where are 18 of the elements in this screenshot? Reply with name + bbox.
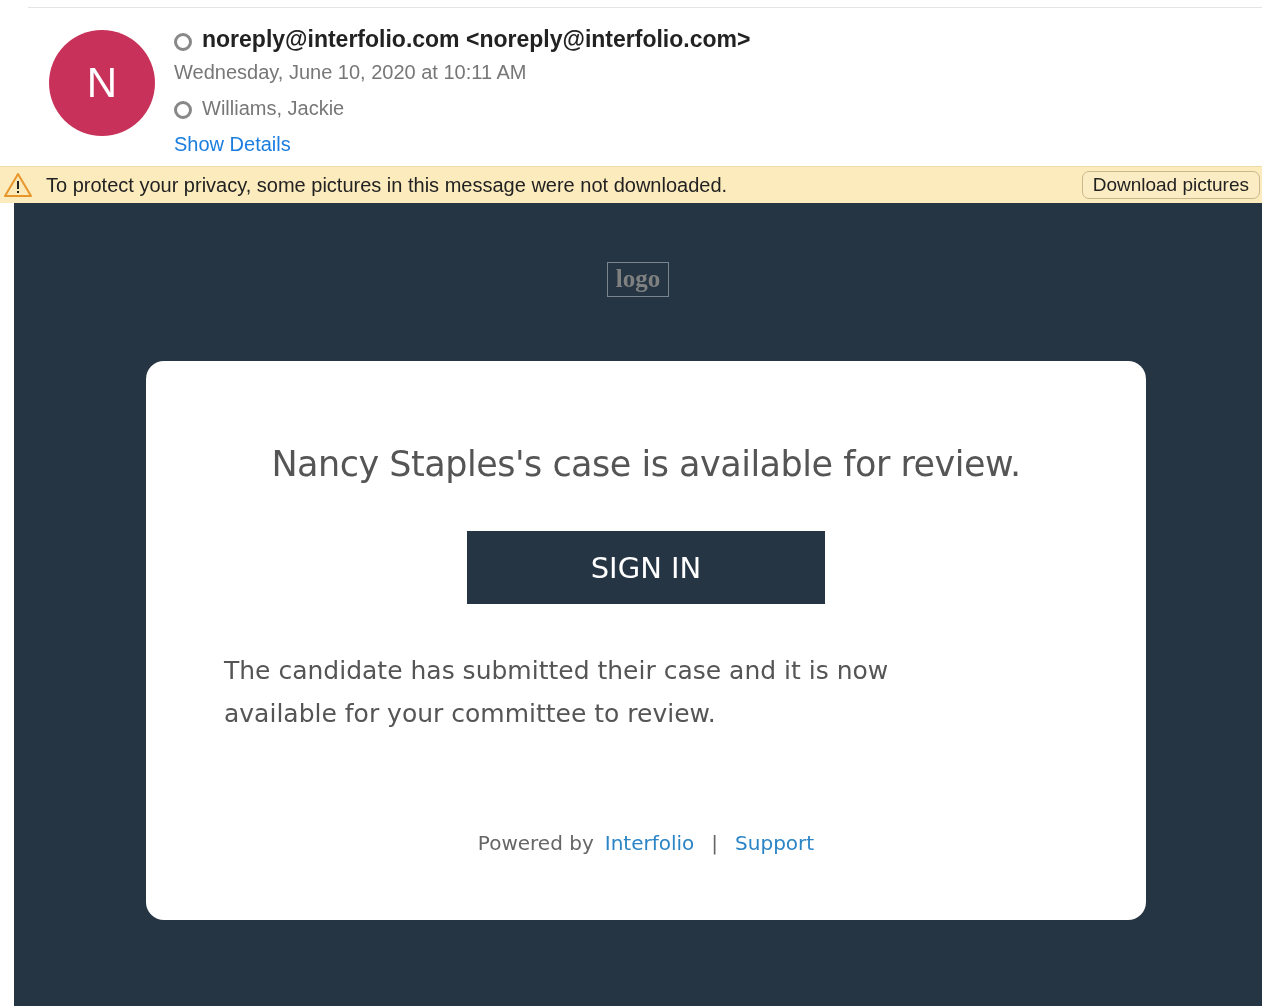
status-icon bbox=[174, 32, 192, 51]
logo-alt-text: logo bbox=[615, 265, 661, 292]
date: Wednesday, June 10, 2020 at 10:11 AM bbox=[174, 61, 528, 85]
separator: | bbox=[711, 831, 719, 855]
sender: noreply@interfolio.com <noreply@interfolio.com> bbox=[202, 25, 751, 53]
heading: Nancy Staples's case is available for review. bbox=[271, 444, 1021, 484]
status-icon bbox=[174, 101, 192, 119]
support-link[interactable]: Support bbox=[735, 831, 815, 855]
sign-in-button[interactable]: SIGN IN bbox=[467, 531, 825, 604]
interfolio-link[interactable]: Interfolio bbox=[604, 831, 695, 855]
avatar: N bbox=[49, 30, 155, 136]
privacy-message: To protect your privacy, some pictures in this message were not downloaded. bbox=[46, 173, 729, 197]
message-paragraph: The candidate has submitted their case and it is now available for your committee to review. bbox=[223, 655, 890, 730]
powered-by-text: Powered by bbox=[477, 831, 594, 855]
show-details-link[interactable]: Show Details bbox=[174, 133, 291, 156]
download-pictures-button[interactable]: Download pictures bbox=[1081, 171, 1260, 199]
warning-icon bbox=[4, 172, 32, 198]
recipient: Williams, Jackie bbox=[202, 97, 345, 121]
